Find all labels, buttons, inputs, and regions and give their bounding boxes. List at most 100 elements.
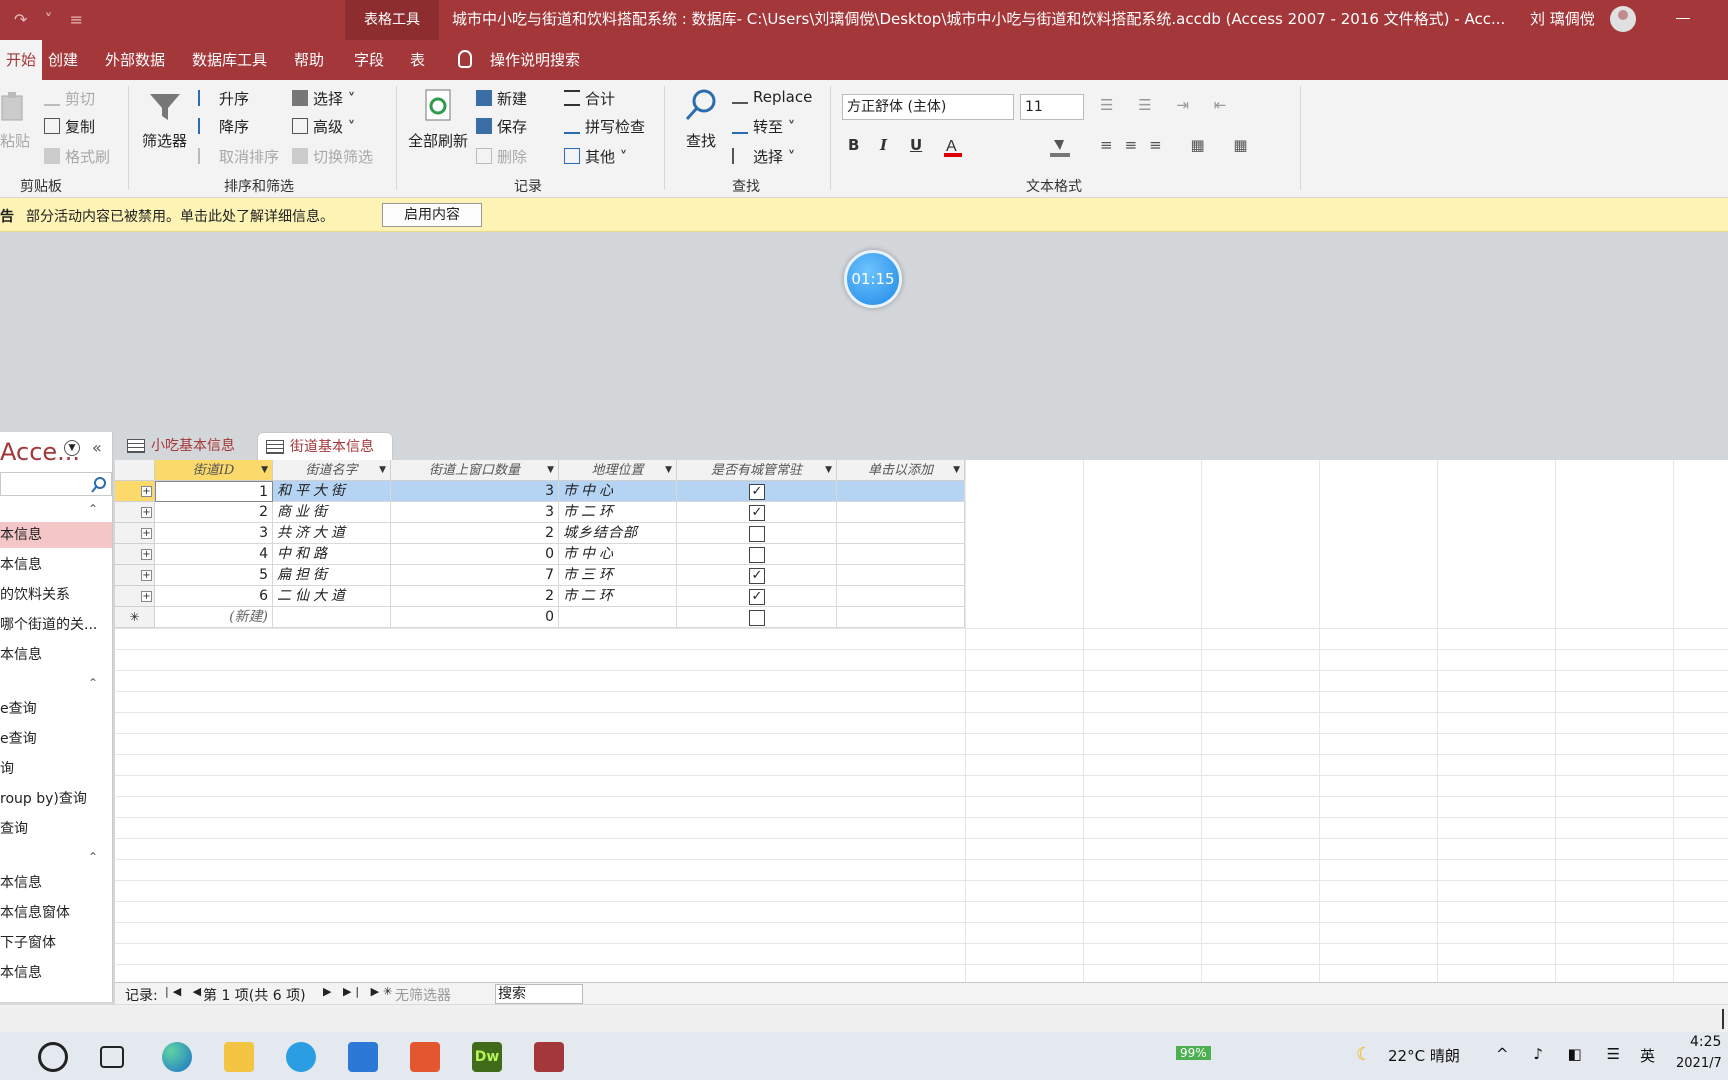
tab-help[interactable]: 帮助 xyxy=(288,40,330,80)
cell-new-name[interactable] xyxy=(273,607,391,628)
cell-empty[interactable] xyxy=(837,607,965,628)
totals-button[interactable]: 合计 xyxy=(564,88,615,109)
cell-empty[interactable] xyxy=(837,544,965,565)
first-prev-buttons[interactable]: |◀ ◀ xyxy=(165,985,205,998)
nav-item[interactable]: e查询 xyxy=(0,726,112,752)
task-view-icon[interactable] xyxy=(100,1046,124,1068)
goto-button[interactable]: 转至 ˅ xyxy=(732,116,795,137)
checkbox-chengguan[interactable]: ✓ xyxy=(749,505,765,521)
no-filter-button[interactable]: 无筛选器 xyxy=(395,985,451,1005)
cell-street-name[interactable]: 扁担街 xyxy=(273,565,391,586)
dropdown-arrow-icon[interactable]: ▼ xyxy=(665,460,672,481)
search-icon[interactable] xyxy=(90,476,108,494)
next-last-new-buttons[interactable]: ▶ ▶| ▶✳ xyxy=(323,985,396,998)
nav-item[interactable]: 查询 xyxy=(0,816,112,842)
collapse-section-icon[interactable]: ⌃ xyxy=(88,502,98,516)
column-header-add-field[interactable]: 单击以添加 ▼ xyxy=(837,460,965,481)
tab-create[interactable]: 创建 xyxy=(42,40,84,80)
weather-text[interactable]: 22°C 晴朗 xyxy=(1388,1045,1460,1066)
checkbox-chengguan[interactable]: ✓ xyxy=(749,568,765,584)
column-header-street-id[interactable]: 街道ID ▼ xyxy=(155,460,273,481)
tab-database-tools[interactable]: 数据库工具 xyxy=(186,40,273,80)
office-icon[interactable] xyxy=(410,1042,440,1072)
edge-icon[interactable] xyxy=(162,1042,192,1072)
cell-empty[interactable] xyxy=(837,502,965,523)
cell-street-id[interactable]: 6 xyxy=(155,586,273,607)
cell-street-name[interactable]: 中和路 xyxy=(273,544,391,565)
dreamweaver-icon[interactable]: Dw xyxy=(472,1042,502,1072)
tab-home[interactable]: 开始 xyxy=(0,40,43,80)
format-painter-button[interactable]: 格式刷 xyxy=(44,146,110,167)
checkbox-chengguan[interactable]: ✓ xyxy=(749,484,765,500)
checkbox-chengguan[interactable] xyxy=(749,547,765,563)
column-header-chengguan[interactable]: 是否有城管常驻 ▼ xyxy=(677,460,837,481)
selection-filter-button[interactable]: 选择 ˅ xyxy=(292,88,355,109)
quick-access-toolbar[interactable]: ↷ ˅ ≡ xyxy=(14,10,89,29)
bold-button[interactable]: B xyxy=(848,136,859,154)
expand-plus-icon[interactable]: + xyxy=(141,528,152,539)
list-buttons[interactable]: ☰ ☰ ⇥ ⇤ xyxy=(1100,96,1236,114)
cell-street-id[interactable]: 3 xyxy=(155,523,273,544)
clock-time[interactable]: 4:25 xyxy=(1690,1034,1721,1050)
cell-street-id[interactable]: 4 xyxy=(155,544,273,565)
nav-item[interactable]: 下子窗体 xyxy=(0,930,112,956)
italic-button[interactable]: I xyxy=(880,136,887,154)
chevron-down-icon[interactable]: ▼ xyxy=(64,440,80,456)
cortana-icon[interactable] xyxy=(38,1042,68,1072)
column-header-location[interactable]: 地理位置 ▼ xyxy=(559,460,677,481)
cell-window-count[interactable]: 2 xyxy=(391,586,559,607)
new-record-button[interactable]: 新建 xyxy=(476,88,527,109)
tab-table[interactable]: 表 xyxy=(404,40,431,80)
cell-street-name[interactable]: 和平大街 xyxy=(273,481,391,502)
replace-button[interactable]: Replace xyxy=(732,88,812,106)
battery-indicator[interactable]: 99% xyxy=(1176,1046,1211,1060)
record-search-input[interactable]: 搜索 xyxy=(495,984,583,1004)
tell-me-search[interactable]: 操作说明搜索 xyxy=(484,40,586,80)
checkbox-chengguan[interactable]: ✓ xyxy=(749,589,765,605)
cell-window-count[interactable]: 2 xyxy=(391,523,559,544)
select-all-corner[interactable] xyxy=(115,460,155,481)
cell-new-location[interactable] xyxy=(559,607,677,628)
clock-date[interactable]: 2021/7 xyxy=(1676,1056,1722,1071)
cell-window-count[interactable]: 3 xyxy=(391,502,559,523)
tab-external-data[interactable]: 外部数据 xyxy=(99,40,171,80)
nav-item[interactable]: 本信息 xyxy=(0,522,112,548)
copy-button[interactable]: 复制 xyxy=(44,116,95,137)
nav-item[interactable]: 本信息 xyxy=(0,870,112,896)
advanced-filter-button[interactable]: 高级 ˅ xyxy=(292,116,355,137)
expand-plus-icon[interactable]: + xyxy=(141,549,152,560)
more-button[interactable]: 其他 ˅ xyxy=(564,146,627,167)
dropdown-arrow-icon[interactable]: ▼ xyxy=(825,460,832,481)
font-color-icon[interactable]: A xyxy=(942,136,964,158)
cell-street-id[interactable]: 1 xyxy=(155,481,273,502)
select-button[interactable]: 选择 ˅ xyxy=(732,146,795,167)
cell-location[interactable]: 市二环 xyxy=(559,502,677,523)
find-button[interactable]: 查找 xyxy=(686,130,716,151)
nav-item[interactable]: 本信息窗体 xyxy=(0,900,112,926)
cell-location[interactable]: 市二环 xyxy=(559,586,677,607)
message-text[interactable]: 部分活动内容已被禁用。单击此处了解详细信息。 xyxy=(26,206,334,226)
collapse-section-icon[interactable]: ⌃ xyxy=(88,676,98,690)
tab-street-info[interactable]: 街道基本信息 xyxy=(257,432,393,460)
access-icon[interactable] xyxy=(534,1042,564,1072)
nav-item[interactable]: 本信息 xyxy=(0,642,112,668)
underline-button[interactable]: U xyxy=(910,136,922,154)
refresh-all-button[interactable]: 全部刷新 xyxy=(408,130,468,151)
cell-new-window-count[interactable]: 0 xyxy=(391,607,559,628)
avatar[interactable] xyxy=(1610,6,1636,32)
collapse-section-icon[interactable]: ⌃ xyxy=(88,850,98,864)
align-buttons[interactable]: ≡≡≡ ▦ ▦ xyxy=(1100,136,1260,154)
font-name-select[interactable]: 方正舒体 (主体) xyxy=(842,94,1014,120)
cell-location[interactable]: 市三环 xyxy=(559,565,677,586)
cut-button[interactable]: 剪切 xyxy=(44,88,95,109)
cell-window-count[interactable]: 3 xyxy=(391,481,559,502)
minimize-button[interactable] xyxy=(1676,18,1690,19)
expand-plus-icon[interactable]: + xyxy=(141,486,152,497)
cell-empty[interactable] xyxy=(837,523,965,544)
sort-descending-button[interactable]: 降序 xyxy=(198,116,249,137)
cell-location[interactable]: 市中心 xyxy=(559,544,677,565)
scrollbar-handle[interactable] xyxy=(1722,1009,1724,1029)
cell-new-id[interactable]: (新建) xyxy=(155,607,273,628)
cell-street-id[interactable]: 2 xyxy=(155,502,273,523)
system-tray-icons[interactable]: ^ ♪ ◧ ☰ xyxy=(1496,1045,1630,1063)
